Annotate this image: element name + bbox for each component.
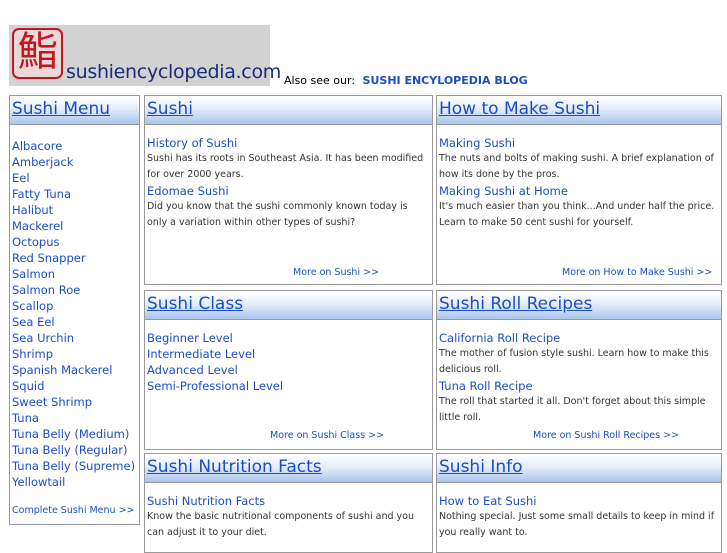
nutrition-title[interactable]: Sushi Nutrition Facts xyxy=(147,457,322,477)
sushi-menu-list: Albacore Amberjack Eel Fatty Tuna Halibu… xyxy=(10,125,139,490)
menu-item-sea-urchin[interactable]: Sea Urchin xyxy=(12,330,137,346)
sushi-menu-title[interactable]: Sushi Menu xyxy=(12,99,110,119)
roll-recipes-body: California Roll Recipe The mother of fus… xyxy=(437,320,721,426)
logo-text: sushiencyclopedia.com xyxy=(66,61,281,83)
sushi-header: Sushi xyxy=(145,96,432,125)
sushi-kanji-logo-icon: 鮨 xyxy=(12,28,63,79)
sushi-class-box: Sushi Class Beginner Level Intermediate … xyxy=(144,290,433,450)
nutrition-header: Sushi Nutrition Facts xyxy=(145,454,432,483)
california-roll-desc: The mother of fusion style sushi. Learn … xyxy=(439,348,709,375)
how-to-title[interactable]: How to Make Sushi xyxy=(439,99,600,119)
history-of-sushi-link[interactable]: History of Sushi xyxy=(147,135,430,151)
menu-item-fatty-tuna[interactable]: Fatty Tuna xyxy=(12,186,137,202)
menu-item-shrimp[interactable]: Shrimp xyxy=(12,346,137,362)
complete-menu-link[interactable]: Complete Sushi Menu >> xyxy=(12,505,135,516)
menu-item-tuna-belly-supreme[interactable]: Tuna Belly (Supreme) xyxy=(12,458,137,474)
how-to-body: Making Sushi The nuts and bolts of makin… xyxy=(437,125,721,231)
site-logo[interactable]: 鮨 sushiencyclopedia.com xyxy=(9,25,281,86)
how-to-header: How to Make Sushi xyxy=(437,96,721,125)
also-see: Also see our: SUSHI ENCYLOPEDIA BLOG xyxy=(284,74,528,87)
nutrition-facts-desc: Know the basic nutritional components of… xyxy=(147,511,414,538)
sushi-title[interactable]: Sushi xyxy=(147,99,193,119)
menu-item-salmon-roe[interactable]: Salmon Roe xyxy=(12,282,137,298)
how-to-make-sushi-box: How to Make Sushi Making Sushi The nuts … xyxy=(436,95,722,285)
menu-item-sea-eel[interactable]: Sea Eel xyxy=(12,314,137,330)
history-of-sushi-desc: Sushi has its roots in Southeast Asia. I… xyxy=(147,153,424,180)
sushi-info-box: Sushi Info How to Eat Sushi Nothing spec… xyxy=(436,453,722,553)
sushi-class-header: Sushi Class xyxy=(145,291,432,320)
blog-link[interactable]: SUSHI ENCYLOPEDIA BLOG xyxy=(363,74,528,87)
nutrition-body: Sushi Nutrition Facts Know the basic nut… xyxy=(145,483,432,541)
more-how-to-link[interactable]: More on How to Make Sushi >> xyxy=(562,267,712,278)
sushi-menu-header: Sushi Menu xyxy=(10,96,139,125)
sushi-roll-recipes-box: Sushi Roll Recipes California Roll Recip… xyxy=(436,290,722,450)
more-sushi-link[interactable]: More on Sushi >> xyxy=(293,267,379,278)
sushi-class-body: Beginner Level Intermediate Level Advanc… xyxy=(145,320,432,394)
making-sushi-link[interactable]: Making Sushi xyxy=(439,135,719,151)
edomae-sushi-desc: Did you know that the sushi commonly kno… xyxy=(147,201,408,228)
beginner-level-link[interactable]: Beginner Level xyxy=(147,330,430,346)
advanced-level-link[interactable]: Advanced Level xyxy=(147,362,430,378)
menu-item-yellowtail[interactable]: Yellowtail xyxy=(12,474,137,490)
menu-item-amberjack[interactable]: Amberjack xyxy=(12,154,137,170)
how-to-eat-sushi-link[interactable]: How to Eat Sushi xyxy=(439,493,719,509)
menu-item-scallop[interactable]: Scallop xyxy=(12,298,137,314)
menu-item-sweet-shrimp[interactable]: Sweet Shrimp xyxy=(12,394,137,410)
tuna-roll-link[interactable]: Tuna Roll Recipe xyxy=(439,378,719,394)
menu-item-eel[interactable]: Eel xyxy=(12,170,137,186)
semi-professional-level-link[interactable]: Semi-Professional Level xyxy=(147,378,430,394)
more-sushi-class-link[interactable]: More on Sushi Class >> xyxy=(270,430,384,441)
tuna-roll-desc: The roll that started it all. Don't forg… xyxy=(439,396,706,423)
also-see-label: Also see our: xyxy=(284,74,356,87)
menu-item-salmon[interactable]: Salmon xyxy=(12,266,137,282)
menu-item-octopus[interactable]: Octopus xyxy=(12,234,137,250)
nutrition-facts-link[interactable]: Sushi Nutrition Facts xyxy=(147,493,430,509)
edomae-sushi-link[interactable]: Edomae Sushi xyxy=(147,183,430,199)
info-title[interactable]: Sushi Info xyxy=(439,457,523,477)
menu-item-halibut[interactable]: Halibut xyxy=(12,202,137,218)
menu-item-albacore[interactable]: Albacore xyxy=(12,138,137,154)
sushi-box: Sushi History of Sushi Sushi has its roo… xyxy=(144,95,433,285)
how-to-eat-sushi-desc: Nothing special. Just some small details… xyxy=(439,511,715,538)
info-body: How to Eat Sushi Nothing special. Just s… xyxy=(437,483,721,541)
sushi-nutrition-box: Sushi Nutrition Facts Sushi Nutrition Fa… xyxy=(144,453,433,553)
sushi-menu-box: Sushi Menu Albacore Amberjack Eel Fatty … xyxy=(9,95,140,525)
menu-item-squid[interactable]: Squid xyxy=(12,378,137,394)
menu-item-tuna-belly-regular[interactable]: Tuna Belly (Regular) xyxy=(12,442,137,458)
sushi-class-title[interactable]: Sushi Class xyxy=(147,294,243,314)
menu-item-spanish-mackerel[interactable]: Spanish Mackerel xyxy=(12,362,137,378)
info-header: Sushi Info xyxy=(437,454,721,483)
roll-recipes-title[interactable]: Sushi Roll Recipes xyxy=(439,294,592,314)
menu-item-tuna-belly-medium[interactable]: Tuna Belly (Medium) xyxy=(12,426,137,442)
menu-item-tuna[interactable]: Tuna xyxy=(12,410,137,426)
roll-recipes-header: Sushi Roll Recipes xyxy=(437,291,721,320)
intermediate-level-link[interactable]: Intermediate Level xyxy=(147,346,430,362)
making-sushi-home-desc: It's much easier than you think...And un… xyxy=(439,201,715,228)
making-sushi-home-link[interactable]: Making Sushi at Home xyxy=(439,183,719,199)
sushi-body: History of Sushi Sushi has its roots in … xyxy=(145,125,432,231)
menu-item-mackerel[interactable]: Mackerel xyxy=(12,218,137,234)
menu-item-red-snapper[interactable]: Red Snapper xyxy=(12,250,137,266)
more-roll-recipes-link[interactable]: More on Sushi Roll Recipes >> xyxy=(533,430,679,441)
california-roll-link[interactable]: California Roll Recipe xyxy=(439,330,719,346)
making-sushi-desc: The nuts and bolts of making sushi. A br… xyxy=(439,153,714,180)
